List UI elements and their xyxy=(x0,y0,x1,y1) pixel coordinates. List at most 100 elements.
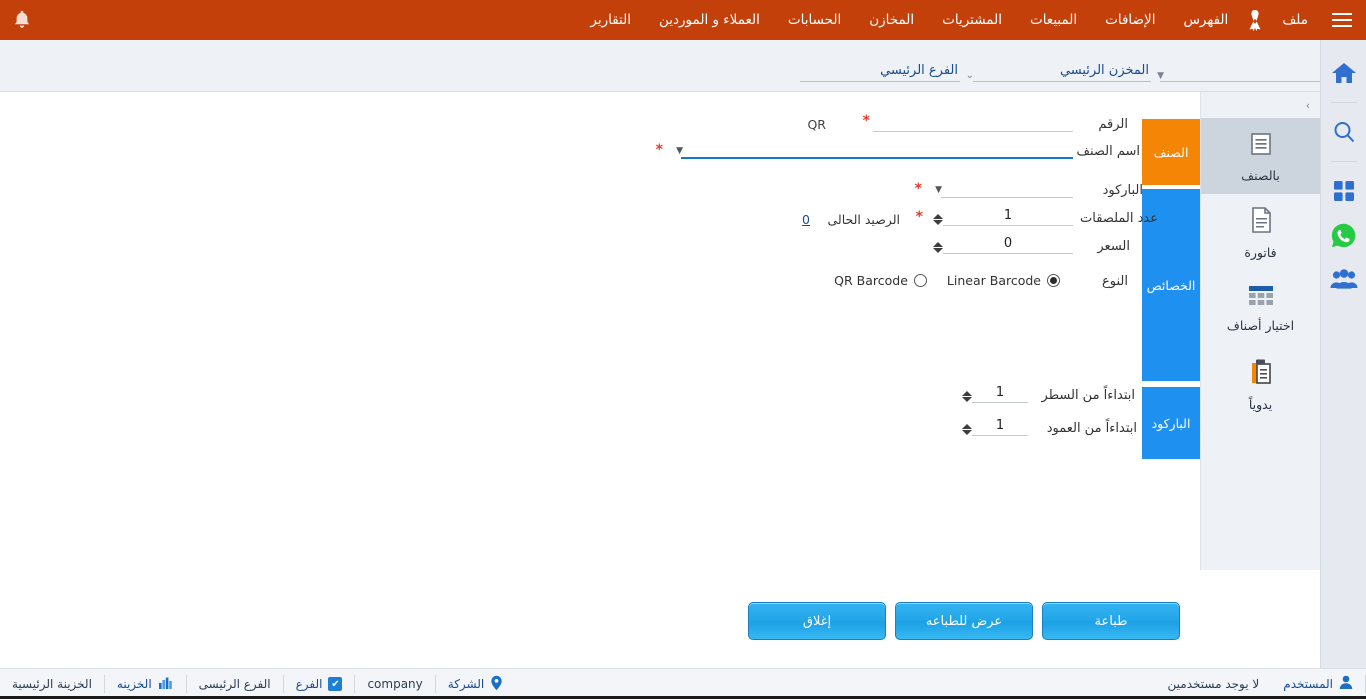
branch-select-input[interactable] xyxy=(800,63,960,82)
qr-label: QR xyxy=(807,117,826,132)
users-group-icon[interactable] xyxy=(1329,264,1359,294)
label-price: السعر xyxy=(1097,239,1130,254)
label-start-row: ابتداءاً من السطر xyxy=(1041,388,1135,403)
mode-item-manual[interactable]: يدوياً xyxy=(1201,346,1320,422)
start-col-input[interactable] xyxy=(972,418,1028,436)
item-name-required-mark: * xyxy=(655,142,663,158)
start-row-input[interactable] xyxy=(972,385,1028,403)
status-treasury-label: الخزينه xyxy=(116,677,152,691)
label-labels-count: عدد الملصقات xyxy=(1080,211,1158,226)
label-number: الرقم xyxy=(1098,117,1128,132)
status-user-value: لا يوجد مستخدمين xyxy=(1167,677,1260,691)
user-icon xyxy=(1339,675,1353,693)
radio-option-qr-barcode-label: QR Barcode xyxy=(834,273,908,288)
label-barcode: الباركود xyxy=(1102,183,1143,198)
grid-table-icon xyxy=(1246,284,1276,312)
menu-item-customers-suppliers[interactable]: العملاء و الموردين xyxy=(645,0,774,40)
mode-item-by-item[interactable]: بالصنف xyxy=(1201,118,1320,194)
branch-check-icon: ✔ xyxy=(328,677,343,691)
menu-item-index[interactable]: الفهرس xyxy=(1169,0,1242,40)
labels-count-required-mark: * xyxy=(915,209,923,225)
section-tab-properties-label: الخصائص xyxy=(1146,277,1196,293)
home-icon[interactable] xyxy=(1329,58,1359,88)
number-input[interactable] xyxy=(873,114,1073,132)
barcode-type-radio-group: QR Barcode Linear Barcode xyxy=(834,273,1060,288)
status-user[interactable]: المستخدم xyxy=(1271,669,1365,699)
mode-panel-collapse[interactable]: › xyxy=(1201,92,1320,118)
status-treasury[interactable]: الخزينه xyxy=(105,669,186,699)
barcode-required-mark: * xyxy=(914,181,922,197)
radio-option-linear-barcode-label: Linear Barcode xyxy=(946,273,1041,288)
store-select-input[interactable] xyxy=(973,63,1151,82)
labels-count-input[interactable] xyxy=(943,208,1073,226)
chart-bars-icon xyxy=(158,675,174,693)
label-start-col: ابتداءاً من العمود xyxy=(1046,421,1137,436)
radio-option-qr-barcode[interactable] xyxy=(913,274,927,287)
status-company-label: الشركة xyxy=(447,677,485,691)
status-company-value: company xyxy=(367,677,423,691)
rail-divider xyxy=(1330,161,1357,162)
extra-select-input[interactable] xyxy=(1160,63,1338,82)
location-pin-icon xyxy=(490,675,503,694)
print-preview-button[interactable]: عرض للطباعه xyxy=(895,602,1033,640)
status-divider xyxy=(434,675,436,693)
mode-item-invoice[interactable]: فاتورة xyxy=(1201,194,1320,270)
bell-icon[interactable] xyxy=(10,8,34,32)
close-button[interactable]: إغلاق xyxy=(748,602,886,640)
radio-option-linear-barcode[interactable] xyxy=(1047,274,1060,287)
barcode-caret-down-icon[interactable]: ▼ xyxy=(935,185,942,195)
start-col-spinner-updown-icon[interactable] xyxy=(961,420,972,438)
apps-grid-icon[interactable] xyxy=(1329,176,1359,206)
menu-item-accounts[interactable]: الحسابات xyxy=(774,0,855,40)
status-branch-value: الفرع الرئيسى xyxy=(198,677,271,691)
section-tab-item[interactable]: الصنف xyxy=(1142,119,1200,185)
chevron-right-icon: › xyxy=(1305,98,1310,112)
mode-item-select-items-label: اختيار أصناف xyxy=(1226,317,1295,333)
status-branch[interactable]: ✔ الفرع xyxy=(284,669,355,699)
current-balance-value[interactable]: 0 xyxy=(802,212,810,227)
menu-item-reports[interactable]: التقارير xyxy=(576,0,645,40)
status-bar: المستخدم لا يوجد مستخدمين الشركة company… xyxy=(0,668,1366,699)
status-branch-label: الفرع xyxy=(295,677,323,691)
section-tab-barcode[interactable]: الباركود xyxy=(1142,387,1200,459)
price-spinner-updown-icon[interactable] xyxy=(932,238,943,256)
status-divider xyxy=(282,675,284,693)
print-button[interactable]: طباعة xyxy=(1042,602,1180,640)
mode-panel: › بالصنف فاتورة اختيار أصناف يدوياً xyxy=(1200,92,1320,570)
status-divider xyxy=(185,675,187,693)
right-icon-rail xyxy=(1320,40,1366,669)
label-item-name: اسم الصنف xyxy=(1076,144,1140,159)
menu-item-file[interactable]: ملف xyxy=(1268,0,1322,40)
status-user-label: المستخدم xyxy=(1283,677,1333,691)
price-input[interactable] xyxy=(943,236,1073,254)
item-name-caret-down-icon[interactable]: ▼ xyxy=(676,146,683,156)
status-company[interactable]: الشركة xyxy=(436,669,515,699)
ribbon-icon[interactable] xyxy=(1242,9,1268,31)
invoice-document-icon xyxy=(1247,205,1275,239)
context-toolbar: ⌄ ▼ ✔ ⌄ xyxy=(0,40,1366,92)
mode-item-select-items[interactable]: اختيار أصناف xyxy=(1201,270,1320,346)
item-name-input[interactable] xyxy=(681,140,1073,159)
menu-item-sales[interactable]: المبيعات xyxy=(1016,0,1091,40)
mode-item-by-item-label: بالصنف xyxy=(1241,167,1280,183)
lines-document-icon xyxy=(1247,130,1275,162)
section-tab-barcode-label: الباركود xyxy=(1151,415,1191,431)
search-icon[interactable] xyxy=(1329,117,1359,147)
label-type: النوع xyxy=(1102,274,1128,289)
hamburger-icon[interactable] xyxy=(1322,0,1362,40)
menu-item-purchases[interactable]: المشتريات xyxy=(928,0,1016,40)
top-menu-bar: ملف الفهرس الإضافات المبيعات المشتريات ا… xyxy=(0,0,1366,40)
current-balance-label: الرصيد الحالى xyxy=(827,212,901,227)
menu-item-stores[interactable]: المخازن xyxy=(855,0,928,40)
status-divider xyxy=(354,675,356,693)
start-row-spinner-updown-icon[interactable] xyxy=(961,387,972,405)
mode-item-invoice-label: فاتورة xyxy=(1244,244,1277,260)
whatsapp-icon[interactable] xyxy=(1329,220,1359,250)
barcode-input[interactable] xyxy=(941,180,1073,198)
menu-item-addons[interactable]: الإضافات xyxy=(1091,0,1169,40)
number-required-mark: * xyxy=(862,113,870,129)
mode-item-manual-label: يدوياً xyxy=(1248,396,1273,412)
main-form-canvas: الصنف الخصائص الباركود الرقم * QR اسم ال… xyxy=(0,92,1200,667)
labels-count-spinner-updown-icon[interactable] xyxy=(932,210,943,228)
status-treasury-value: الخزينة الرئيسية xyxy=(12,677,92,691)
